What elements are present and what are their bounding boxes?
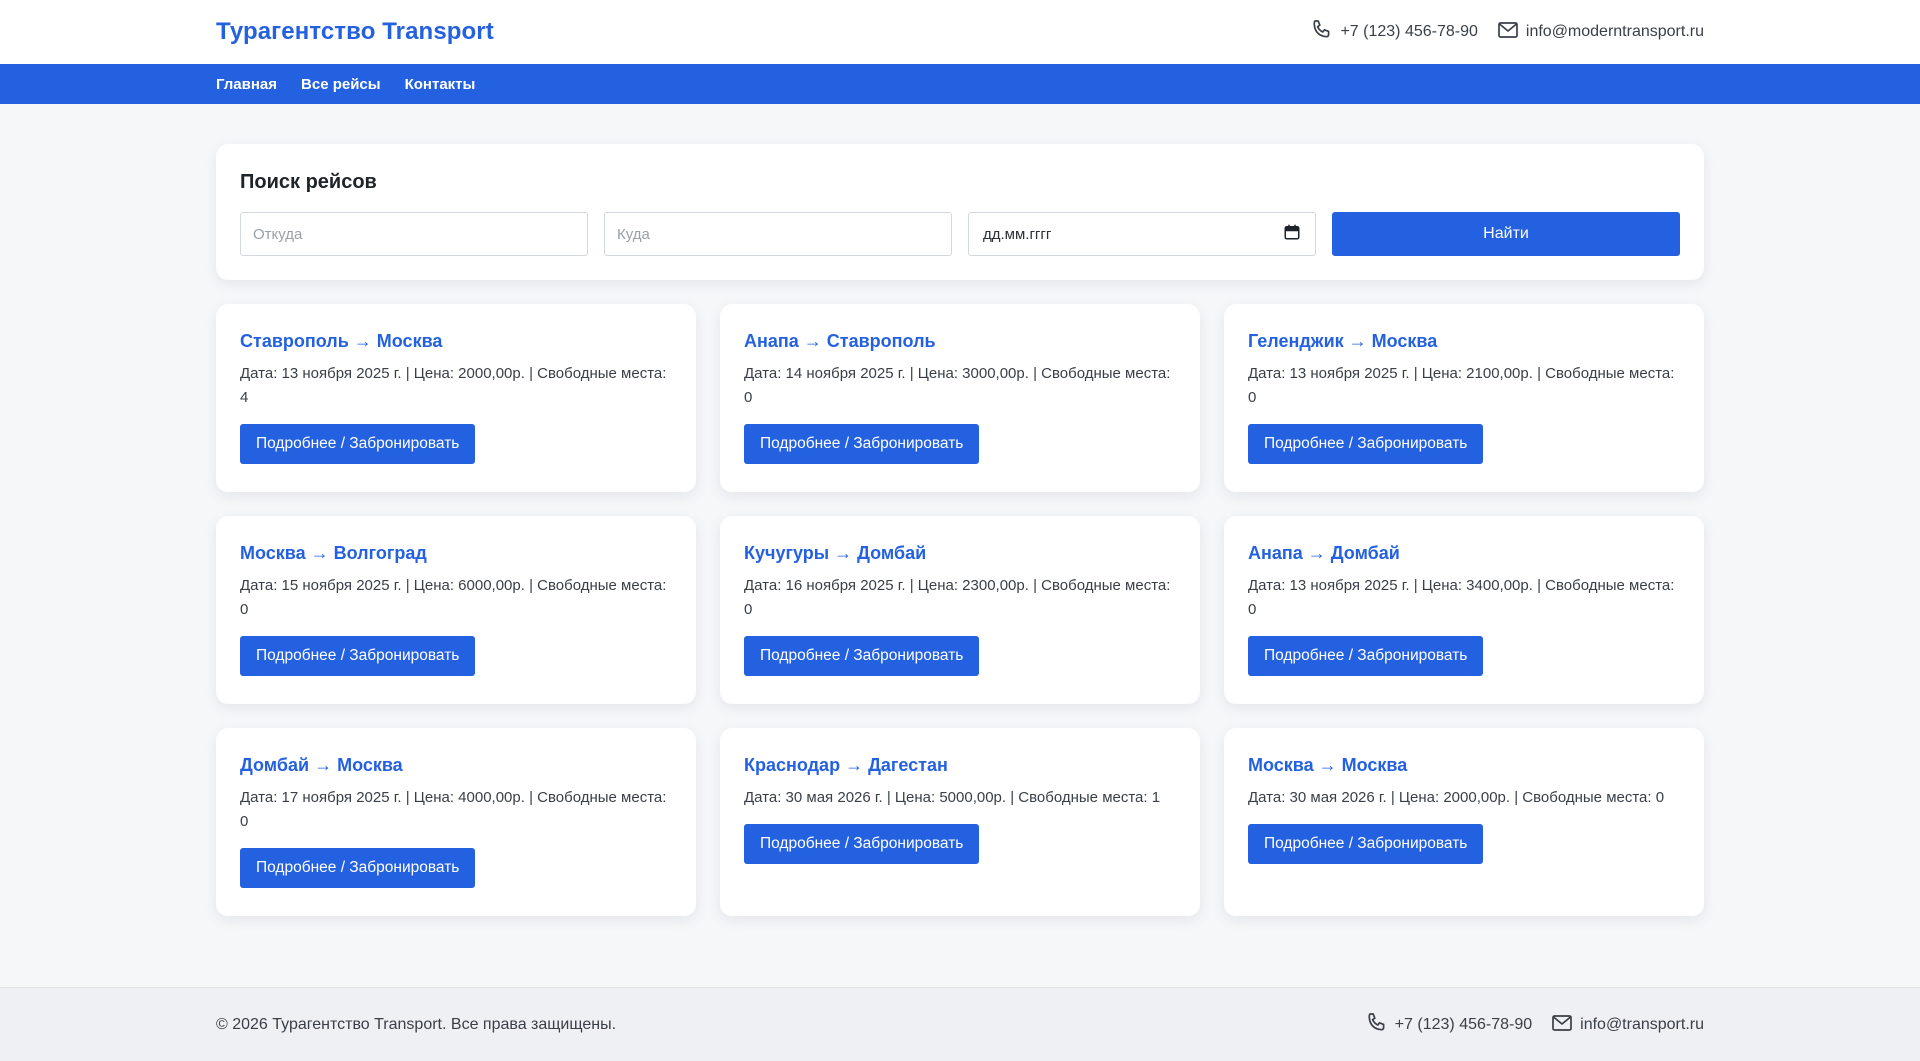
trip-route[interactable]: Геленджик → Москва bbox=[1248, 331, 1680, 352]
book-button[interactable]: Подробнее / Забронировать bbox=[744, 424, 980, 464]
footer-email[interactable]: info@transport.ru bbox=[1550, 1011, 1704, 1040]
header-phone[interactable]: +7 (123) 456-78-90 bbox=[1310, 18, 1478, 47]
footer-contacts: +7 (123) 456-78-90 info@transport.ru bbox=[1365, 1011, 1704, 1040]
calendar-icon[interactable] bbox=[1283, 223, 1301, 245]
trip-info: Дата: 16 ноября 2025 г. | Цена: 2300,00р… bbox=[744, 577, 1171, 618]
trip-card: Кучугуры → Домбай Дата: 16 ноября 2025 г… bbox=[720, 516, 1200, 704]
trip-info: Дата: 14 ноября 2025 г. | Цена: 3000,00р… bbox=[744, 365, 1171, 406]
trip-route[interactable]: Ставрополь → Москва bbox=[240, 331, 672, 352]
book-button[interactable]: Подробнее / Забронировать bbox=[240, 848, 476, 888]
trip-card: Домбай → Москва Дата: 17 ноября 2025 г. … bbox=[216, 728, 696, 916]
trip-info: Дата: 13 ноября 2025 г. | Цена: 2000,00р… bbox=[240, 365, 667, 406]
trip-card: Анапа → Домбай Дата: 13 ноября 2025 г. |… bbox=[1224, 516, 1704, 704]
nav-link-contacts[interactable]: Контакты bbox=[405, 76, 476, 93]
nav-link-home[interactable]: Главная bbox=[216, 76, 277, 93]
main-nav: Главная Все рейсы Контакты bbox=[0, 64, 1920, 104]
trip-card: Краснодар → Дагестан Дата: 30 мая 2026 г… bbox=[720, 728, 1200, 916]
trip-route[interactable]: Анапа → Домбай bbox=[1248, 543, 1680, 564]
trip-route[interactable]: Кучугуры → Домбай bbox=[744, 543, 1176, 564]
trip-card: Анапа → Ставрополь Дата: 14 ноября 2025 … bbox=[720, 304, 1200, 492]
phone-icon bbox=[1365, 1011, 1389, 1040]
trip-card: Москва → Москва Дата: 30 мая 2026 г. | Ц… bbox=[1224, 728, 1704, 916]
trip-route[interactable]: Домбай → Москва bbox=[240, 755, 672, 776]
footer-email-text: info@transport.ru bbox=[1580, 1016, 1704, 1033]
trip-route[interactable]: Москва → Москва bbox=[1248, 755, 1680, 776]
trip-info: Дата: 15 ноября 2025 г. | Цена: 6000,00р… bbox=[240, 577, 667, 618]
page-footer: © 2026 Турагентство Transport. Все права… bbox=[0, 987, 1920, 1061]
footer-copyright: © 2026 Турагентство Transport. Все права… bbox=[216, 1016, 617, 1033]
trip-info: Дата: 17 ноября 2025 г. | Цена: 4000,00р… bbox=[240, 789, 667, 830]
trip-card: Геленджик → Москва Дата: 13 ноября 2025 … bbox=[1224, 304, 1704, 492]
mail-icon bbox=[1496, 18, 1520, 47]
from-input[interactable] bbox=[240, 212, 588, 256]
book-button[interactable]: Подробнее / Забронировать bbox=[744, 636, 980, 676]
trip-info: Дата: 30 мая 2026 г. | Цена: 2000,00р. |… bbox=[1248, 789, 1665, 806]
top-header: Турагентство Transport +7 (123) 456-78-9… bbox=[0, 0, 1920, 104]
date-input[interactable]: дд.мм.гггг bbox=[968, 212, 1316, 256]
date-input-placeholder: дд.мм.гггг bbox=[983, 225, 1052, 243]
trip-route[interactable]: Краснодар → Дагестан bbox=[744, 755, 1176, 776]
search-panel: Поиск рейсов дд.мм.гггг Найти bbox=[216, 144, 1704, 280]
book-button[interactable]: Подробнее / Забронировать bbox=[240, 424, 476, 464]
trip-info: Дата: 13 ноября 2025 г. | Цена: 2100,00р… bbox=[1248, 365, 1675, 406]
trip-info: Дата: 30 мая 2026 г. | Цена: 5000,00р. |… bbox=[744, 789, 1161, 806]
trip-route[interactable]: Анапа → Ставрополь bbox=[744, 331, 1176, 352]
trips-grid: Ставрополь → Москва Дата: 13 ноября 2025… bbox=[216, 304, 1704, 916]
main-content: Поиск рейсов дд.мм.гггг Найти Ставропо bbox=[216, 144, 1704, 916]
header-email-text: info@moderntransport.ru bbox=[1525, 23, 1704, 40]
mail-icon bbox=[1550, 1011, 1574, 1040]
footer-phone[interactable]: +7 (123) 456-78-90 bbox=[1365, 1011, 1532, 1040]
nav-link-all-trips[interactable]: Все рейсы bbox=[301, 76, 381, 93]
brand-bar: Турагентство Transport +7 (123) 456-78-9… bbox=[0, 0, 1920, 64]
header-phone-text: +7 (123) 456-78-90 bbox=[1340, 23, 1478, 40]
book-button[interactable]: Подробнее / Забронировать bbox=[1248, 824, 1484, 864]
trip-card: Ставрополь → Москва Дата: 13 ноября 2025… bbox=[216, 304, 696, 492]
search-title: Поиск рейсов bbox=[240, 171, 377, 193]
trip-info: Дата: 13 ноября 2025 г. | Цена: 3400,00р… bbox=[1248, 577, 1675, 618]
phone-icon bbox=[1310, 18, 1334, 47]
header-email[interactable]: info@moderntransport.ru bbox=[1496, 18, 1704, 47]
trip-card: Москва → Волгоград Дата: 15 ноября 2025 … bbox=[216, 516, 696, 704]
search-button[interactable]: Найти bbox=[1332, 212, 1680, 256]
to-input[interactable] bbox=[604, 212, 952, 256]
book-button[interactable]: Подробнее / Забронировать bbox=[1248, 424, 1484, 464]
footer-phone-text: +7 (123) 456-78-90 bbox=[1394, 1016, 1533, 1033]
book-button[interactable]: Подробнее / Забронировать bbox=[1248, 636, 1484, 676]
search-form: дд.мм.гггг Найти bbox=[240, 212, 1680, 256]
book-button[interactable]: Подробнее / Забронировать bbox=[240, 636, 476, 676]
brand-logo[interactable]: Турагентство Transport bbox=[216, 18, 494, 46]
header-contacts: +7 (123) 456-78-90 info@moderntransport.… bbox=[1310, 18, 1704, 47]
trip-route[interactable]: Москва → Волгоград bbox=[240, 543, 672, 564]
book-button[interactable]: Подробнее / Забронировать bbox=[744, 824, 980, 864]
